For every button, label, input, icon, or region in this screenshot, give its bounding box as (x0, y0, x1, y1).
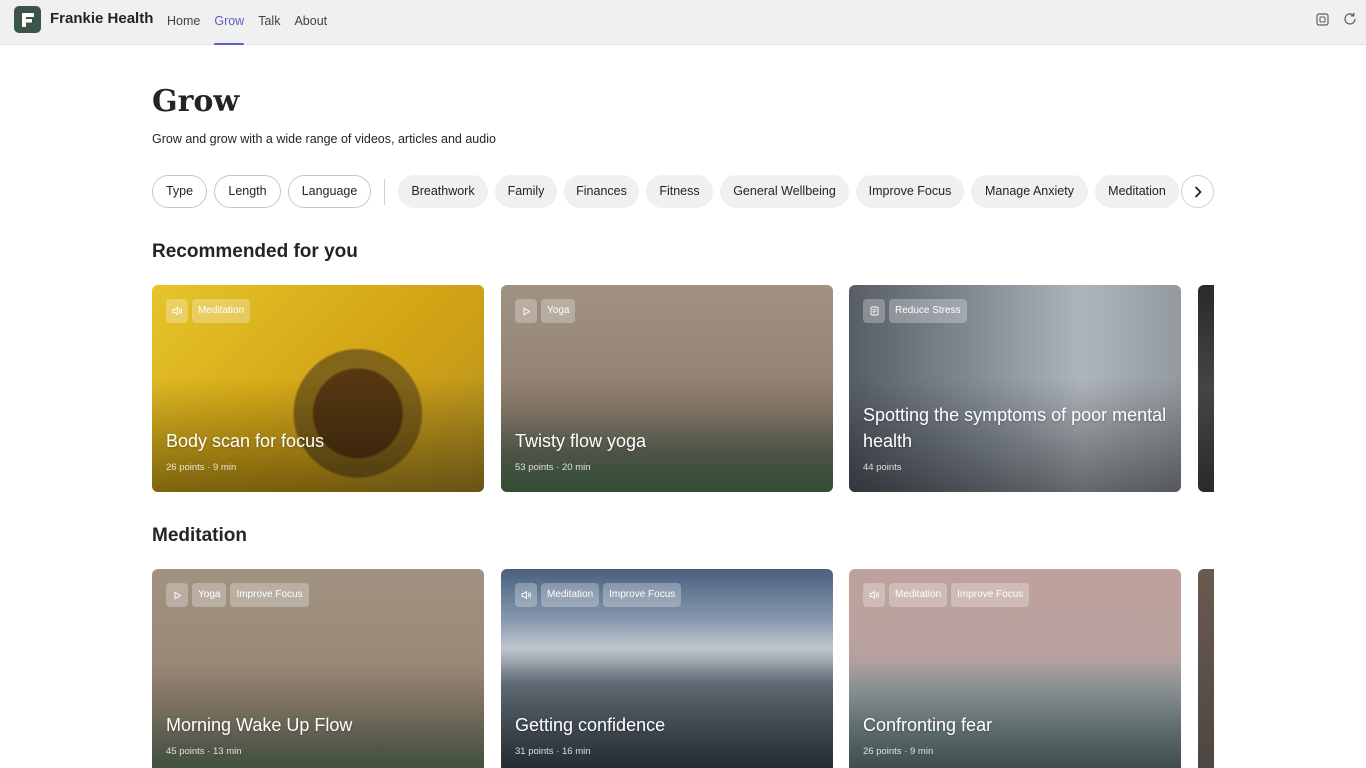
content-card[interactable]: Meditation Improve Focus Getting confide… (501, 569, 833, 768)
card-tags: Yoga (515, 299, 576, 323)
audio-icon (166, 299, 188, 323)
card-title: Confronting fear (863, 715, 993, 735)
frankie-logo-icon[interactable] (14, 6, 41, 33)
card-tags: Meditation (166, 299, 251, 323)
filter-divider (384, 179, 385, 205)
nav-talk[interactable]: Talk (258, 0, 280, 45)
card-tags: Reduce Stress (863, 299, 967, 323)
nav-grow[interactable]: Grow (214, 0, 244, 45)
top-bar: Frankie Health Home Grow Talk About (0, 0, 1366, 45)
card-tags: Meditation Improve Focus (515, 583, 682, 607)
page-title: Grow (152, 84, 240, 119)
play-icon (515, 299, 537, 323)
content-card[interactable]: Reduce Stress Spotting the symptoms of p… (849, 285, 1181, 492)
filter-bar: Type Length Language Breathwork Family F… (152, 175, 1214, 209)
main-nav: Home Grow Talk About (167, 0, 341, 45)
filter-length[interactable]: Length (214, 175, 281, 208)
card-meta: 26 points · 9 min (166, 462, 237, 473)
card-tags: Yoga Improve Focus (166, 583, 309, 607)
page-subtitle: Grow and grow with a wide range of video… (152, 132, 496, 146)
topic-fitness[interactable]: Fitness (646, 175, 713, 208)
card-meta: 53 points · 20 min (515, 462, 591, 473)
card-tag: Improve Focus (951, 583, 1030, 607)
filters-next-button[interactable] (1181, 175, 1214, 208)
app-name: Frankie Health (50, 10, 154, 27)
content-card[interactable]: Meditation Improve Focus Confronting fea… (849, 569, 1181, 768)
topic-improve-focus[interactable]: Improve Focus (856, 175, 964, 208)
next-card-peek[interactable] (1198, 569, 1214, 768)
card-title: Twisty flow yoga (515, 431, 647, 451)
card-title: Getting confidence (515, 715, 666, 735)
meditation-row: Yoga Improve Focus Morning Wake Up Flow … (152, 569, 1214, 768)
card-meta: 31 points · 16 min (515, 746, 591, 757)
section-title-meditation: Meditation (152, 525, 247, 546)
card-title: Spotting the symptoms of poor mental hea… (863, 405, 1167, 451)
article-icon (863, 299, 885, 323)
chevron-right-icon (1194, 186, 1201, 197)
card-tag: Improve Focus (230, 583, 309, 607)
next-card-peek[interactable] (1198, 285, 1214, 492)
card-title: Body scan for focus (166, 431, 325, 451)
card-tag: Meditation (192, 299, 251, 323)
filter-type[interactable]: Type (152, 175, 207, 208)
section-title-recommended: Recommended for you (152, 241, 358, 262)
content-card[interactable]: Yoga Twisty flow yoga 53 points · 20 min (501, 285, 833, 492)
recommended-row: Meditation Body scan for focus 26 points… (152, 285, 1214, 495)
card-tag: Improve Focus (603, 583, 682, 607)
topic-general-wellbeing[interactable]: General Wellbeing (720, 175, 849, 208)
card-meta: 45 points · 13 min (166, 746, 242, 757)
card-title: Morning Wake Up Flow (166, 715, 353, 735)
card-tag: Meditation (541, 583, 600, 607)
content-card[interactable]: Meditation Body scan for focus 26 points… (152, 285, 484, 492)
nav-home[interactable]: Home (167, 0, 200, 45)
refresh-icon[interactable] (1342, 11, 1358, 27)
topic-family[interactable]: Family (495, 175, 557, 208)
card-tag: Yoga (192, 583, 227, 607)
card-tag: Meditation (889, 583, 948, 607)
popout-icon[interactable] (1314, 11, 1330, 27)
audio-icon (515, 583, 537, 607)
audio-icon (863, 583, 885, 607)
topic-meditation[interactable]: Meditation (1095, 175, 1179, 208)
card-meta: 44 points (863, 462, 902, 473)
topic-finances[interactable]: Finances (564, 175, 639, 208)
top-actions (1314, 11, 1358, 27)
topic-manage-anxiety[interactable]: Manage Anxiety (971, 175, 1088, 208)
nav-about[interactable]: About (294, 0, 327, 45)
topic-breathwork[interactable]: Breathwork (398, 175, 488, 208)
card-meta: 26 points · 9 min (863, 746, 934, 757)
card-tag: Yoga (541, 299, 576, 323)
filter-language[interactable]: Language (288, 175, 371, 208)
card-tags: Meditation Improve Focus (863, 583, 1030, 607)
card-tag: Reduce Stress (889, 299, 967, 323)
content-card[interactable]: Yoga Improve Focus Morning Wake Up Flow … (152, 569, 484, 768)
play-icon (166, 583, 188, 607)
